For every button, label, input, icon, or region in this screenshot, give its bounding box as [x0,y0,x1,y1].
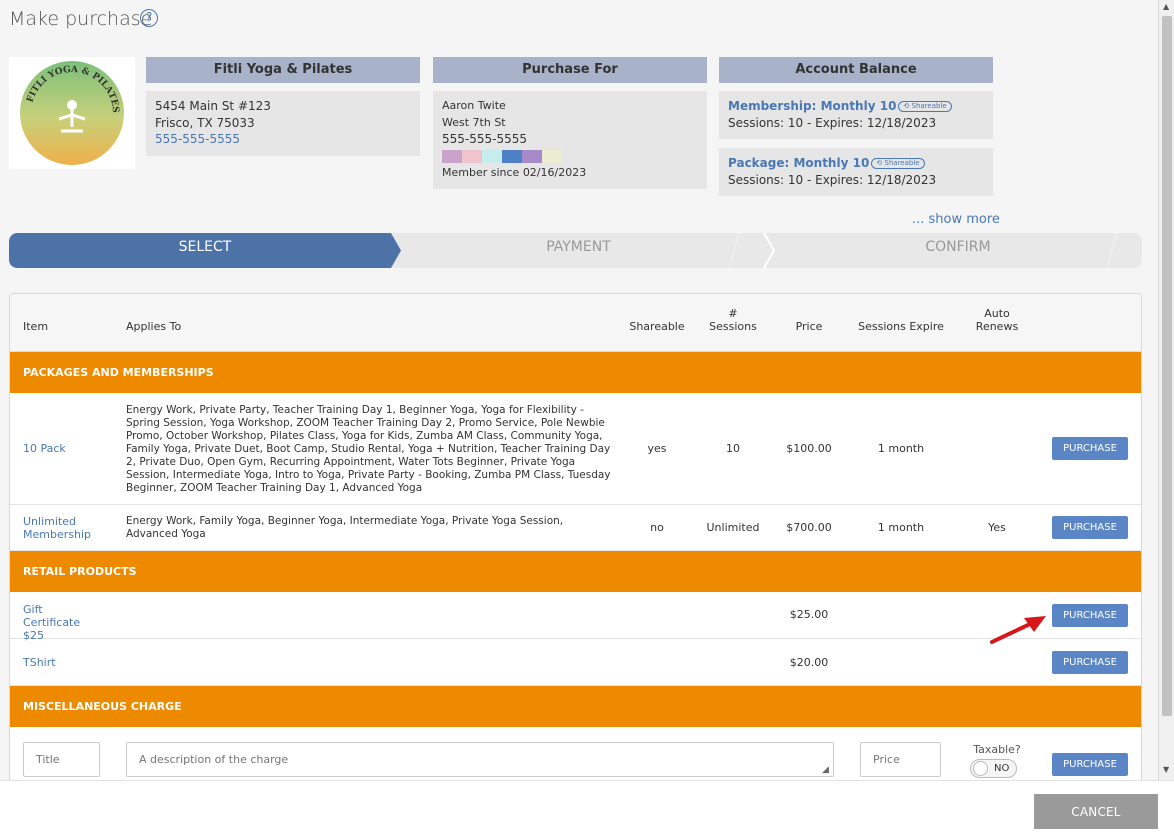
purchase-button[interactable]: PURCHASE [1052,604,1128,627]
misc-description-input[interactable] [126,742,834,777]
customer-color-swatches [442,149,698,163]
red-arrow-icon [990,616,1046,644]
studio-logo: FITLI YOGA & PILATES [9,57,135,169]
price-value: $25.00 [789,608,829,621]
studio-phone[interactable]: 555-555-5555 [155,131,411,148]
color-swatch [462,149,482,163]
price-value: $100.00 [786,442,832,455]
resize-handle-icon[interactable]: ◢ [822,765,829,775]
purchase-button[interactable]: PURCHASE [1052,437,1128,460]
color-swatch [502,149,522,163]
color-swatch [442,149,462,163]
shareable-value: no [650,521,664,534]
purchase-button[interactable]: PURCHASE [1052,516,1128,539]
studio-name: Fitli Yoga & Pilates [146,57,420,83]
customer-street: West 7th St [442,115,506,129]
scrollbar-thumb[interactable] [1162,16,1172,716]
color-swatch [482,149,502,163]
table-row: TShirt $20.00 PURCHASE [10,639,1141,686]
misc-price-input[interactable] [860,742,941,777]
show-more-link[interactable]: ... show more [912,212,1000,227]
scroll-up-icon[interactable]: ▲ [1163,2,1169,11]
customer-name: Aaron Twite [442,99,506,112]
item-name[interactable]: TShirt [23,656,56,669]
color-swatch [522,149,542,163]
balance-item-title[interactable]: Package: Monthly 10 [728,156,869,170]
purchase-for-heading: Purchase For [433,57,707,83]
auto-renews-value: Yes [988,521,1006,534]
member-since: Member since 02/16/2023 [442,165,587,179]
col-auto-line2: Renews [975,320,1019,333]
scroll-down-icon[interactable]: ▼ [1163,765,1169,774]
cancel-button[interactable]: CANCEL [1034,794,1158,829]
vertical-scrollbar[interactable]: ▲ ▼ [1158,0,1174,780]
balance-item-title[interactable]: Membership: Monthly 10 [728,99,896,113]
item-name[interactable]: Gift Certificate $25 [23,603,103,642]
dialog-content: Make purchase ? FITLI YOGA & PILATES Fit… [0,0,1158,780]
checkout-steps: SELECT PAYMENT CONFIRM [9,233,1142,268]
studio-info: 5454 Main St #123 Frisco, TX 75033 555-5… [146,91,420,156]
section-packages-memberships: PACKAGES AND MEMBERSHIPS [10,352,1141,393]
color-swatch [542,149,562,163]
make-purchase-dialog: Make purchase ? FITLI YOGA & PILATES Fit… [0,0,1174,838]
shareable-badge-label: Shareable [911,102,947,110]
item-name[interactable]: Unlimited Membership [23,515,103,541]
col-auto-renews: Auto Renews [967,307,1027,333]
help-icon[interactable]: ? [140,9,158,27]
item-name[interactable]: 10 Pack [23,442,66,455]
price-value: $20.00 [789,656,829,669]
applies-to: Energy Work, Private Party, Teacher Trai… [126,404,611,494]
misc-charge-row: ◢ Taxable? NO PURCHASE [10,727,1141,780]
shareable-badge: ⟲ Shareable [871,158,925,169]
toggle-label: NO [994,763,1010,774]
step-payment[interactable]: PAYMENT [401,233,756,268]
page-title: Make purchase [9,8,153,30]
expire-value: 1 month [877,521,925,534]
sessions-value: 10 [726,442,740,455]
studio-address1: 5454 Main St #123 [155,99,271,113]
col-sessions-line2: Sessions [709,320,757,333]
col-auto-line1: Auto [984,307,1010,320]
col-sessions-line1: # [728,307,738,320]
col-shareable: Shareable [629,320,685,333]
shareable-badge-label: Shareable [884,159,920,167]
balance-item: Package: Monthly 10 ⟲ Shareable Sessions:… [719,148,993,196]
products-table: Item Applies To Shareable # Sessions Pric… [9,293,1142,780]
shareable-badge: ⟲ Shareable [898,101,952,112]
balance-item-detail: Sessions: 10 - Expires: 12/18/2023 [728,172,937,187]
col-sessions-expire: Sessions Expire [858,320,944,333]
table-row: 10 Pack Energy Work, Private Party, Teac… [10,393,1141,505]
customer-phone: 555-555-5555 [442,132,528,146]
balance-item: Membership: Monthly 10 ⟲ Shareable Sessio… [719,91,993,139]
taxable-label: Taxable? [973,743,1021,756]
section-retail-products: RETAIL PRODUCTS [10,551,1141,592]
shareable-value: yes [647,442,667,455]
table-row: Unlimited Membership Energy Work, Family… [10,505,1141,551]
table-header: Item Applies To Shareable # Sessions Pric… [10,294,1141,352]
price-value: $700.00 [786,521,832,534]
misc-title-input[interactable] [23,742,100,777]
purchase-for-info: Aaron Twite West 7th St 555-555-5555 Mem… [433,91,707,189]
expire-value: 1 month [877,442,925,455]
purchase-button[interactable]: PURCHASE [1052,753,1128,776]
purchase-button[interactable]: PURCHASE [1052,651,1128,674]
account-balance-heading: Account Balance [719,57,993,83]
toggle-knob [973,761,988,776]
section-miscellaneous-charge: MISCELLANEOUS CHARGE [10,686,1141,727]
col-price: Price [795,320,823,333]
sessions-value: Unlimited [706,521,760,534]
balance-item-detail: Sessions: 10 - Expires: 12/18/2023 [728,115,937,130]
col-sessions: # Sessions [703,307,763,333]
table-row: Gift Certificate $25 $25.00 PURCHASE [10,592,1141,642]
col-item: Item [23,320,49,333]
applies-to: Energy Work, Family Yoga, Beginner Yoga,… [126,515,564,540]
step-confirm[interactable]: CONFIRM [774,233,1142,268]
dialog-footer: CANCEL [0,780,1174,838]
studio-address2: Frisco, TX 75033 [155,115,255,130]
col-applies-to: Applies To [126,320,182,333]
taxable-toggle[interactable]: NO [970,759,1017,778]
